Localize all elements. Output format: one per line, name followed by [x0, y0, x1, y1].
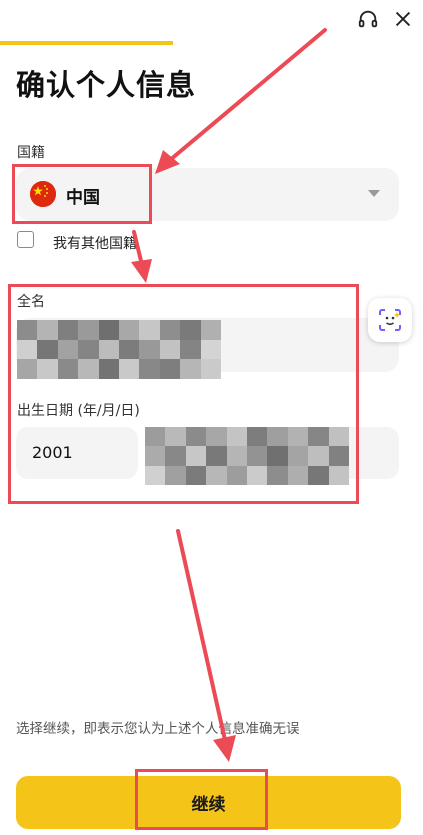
- annotation-box-continue: [135, 769, 268, 830]
- other-nationality-label[interactable]: 我有其他国籍: [53, 233, 137, 253]
- close-icon[interactable]: [390, 6, 416, 32]
- disclaimer-text: 选择继续，即表示您认为上述个人信息准确无误: [16, 721, 300, 737]
- other-nationality-checkbox[interactable]: [17, 231, 34, 248]
- nationality-label: 国籍: [17, 145, 45, 161]
- face-scan-icon[interactable]: [368, 298, 412, 342]
- annotation-box-nationality: [12, 164, 152, 224]
- chevron-down-icon[interactable]: [368, 190, 380, 197]
- annotation-box-personal-info: [8, 284, 359, 504]
- page-title: 确认个人信息: [16, 68, 197, 102]
- headset-icon[interactable]: [355, 6, 381, 32]
- progress-bar: [0, 41, 173, 45]
